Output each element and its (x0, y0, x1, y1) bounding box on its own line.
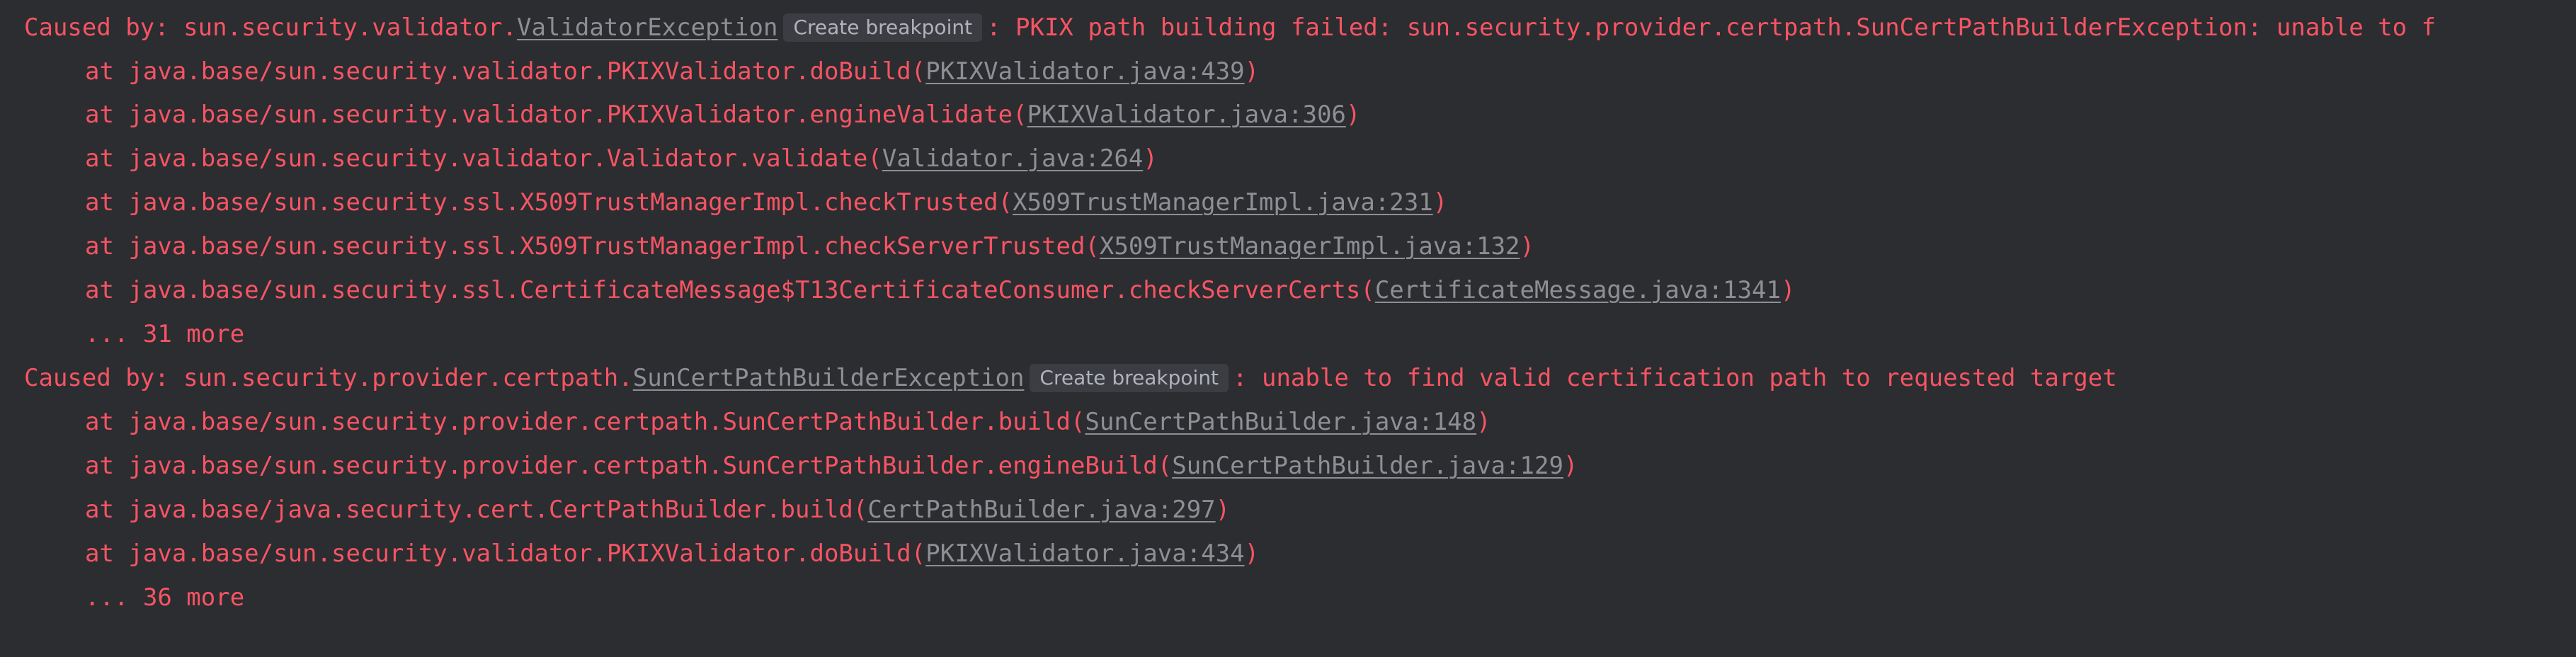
stack-frame-line: at java.base/sun.security.ssl.X509TrustM… (85, 224, 1534, 268)
frame-text: at java.base/sun.security.validator.PKIX… (85, 101, 1027, 129)
source-link[interactable]: Validator.java:264 (882, 144, 1143, 173)
more-frames-line: ... 36 more (85, 583, 245, 612)
exception-line: Caused by: sun.security.validator.Valida… (24, 6, 2436, 50)
frame-text: ) (1215, 496, 1231, 524)
frame-text: at java.base/sun.security.ssl.X509TrustM… (85, 232, 1100, 261)
frame-text: ) (1780, 276, 1796, 304)
frame-text: at java.base/java.security.cert.CertPath… (85, 496, 868, 524)
stack-frame-line: at java.base/sun.security.validator.PKIX… (85, 532, 1259, 576)
source-link[interactable]: PKIXValidator.java:439 (925, 57, 1244, 86)
source-link[interactable]: X509TrustManagerImpl.java:231 (1013, 188, 1433, 217)
stack-frame-line: at java.base/sun.security.validator.PKIX… (85, 93, 1360, 137)
exception-class-link[interactable]: SunCertPathBuilderException (633, 364, 1025, 392)
create-breakpoint-button[interactable]: Create breakpoint (1030, 364, 1229, 392)
frame-text: at java.base/sun.security.provider.certp… (85, 408, 1085, 436)
frame-text: ) (1520, 232, 1534, 261)
frame-text: at java.base/sun.security.ssl.X509TrustM… (85, 188, 1013, 217)
frame-text: at java.base/sun.security.provider.certp… (85, 452, 1173, 480)
frame-text: ) (1143, 144, 1158, 173)
line-text: Caused by: sun.security.provider.certpat… (24, 364, 633, 392)
source-link[interactable]: X509TrustManagerImpl.java:132 (1100, 232, 1520, 261)
source-link[interactable]: SunCertPathBuilder.java:129 (1172, 452, 1563, 480)
stack-frame-line: at java.base/sun.security.provider.certp… (85, 400, 1491, 444)
source-link[interactable]: SunCertPathBuilder.java:148 (1085, 408, 1476, 436)
stack-frame-line: at java.base/sun.security.ssl.X509TrustM… (85, 181, 1447, 224)
source-link[interactable]: CertificateMessage.java:1341 (1375, 276, 1781, 304)
frame-text: at java.base/sun.security.validator.PKIX… (85, 539, 926, 568)
source-link[interactable]: CertPathBuilder.java:297 (867, 496, 1215, 524)
stack-frame-line: at java.base/sun.security.validator.PKIX… (85, 50, 1259, 93)
exception-line: Caused by: sun.security.provider.certpat… (24, 356, 2117, 400)
line-text: : PKIX path building failed: sun.securit… (986, 13, 2437, 42)
frame-text: ) (1244, 539, 1260, 568)
frame-text: ) (1432, 188, 1448, 217)
source-link[interactable]: PKIXValidator.java:306 (1027, 101, 1346, 129)
frame-text: at java.base/sun.security.validator.Vali… (85, 144, 882, 173)
more-frames-line: ... 31 more (85, 320, 245, 348)
stack-frame-line: at java.base/sun.security.validator.Vali… (85, 137, 1158, 181)
exception-class-link[interactable]: ValidatorException (517, 13, 777, 42)
frame-text: ) (1563, 452, 1578, 480)
stack-frame-line: at java.base/sun.security.ssl.Certificat… (85, 268, 1795, 312)
frame-text: at java.base/sun.security.validator.PKIX… (85, 57, 926, 86)
stack-frame-line: at java.base/java.security.cert.CertPath… (85, 488, 1230, 532)
line-text: Caused by: sun.security.validator. (24, 13, 517, 42)
line-text: : unable to find valid certification pat… (1233, 364, 2117, 392)
frame-text: at java.base/sun.security.ssl.Certificat… (85, 276, 1375, 304)
console-output: Caused by: sun.security.validator.Valida… (0, 0, 2576, 657)
stack-frame-line: at java.base/sun.security.provider.certp… (85, 444, 1578, 488)
source-link[interactable]: PKIXValidator.java:434 (925, 539, 1244, 568)
frame-text: ) (1345, 101, 1361, 129)
frame-text: ) (1244, 57, 1260, 86)
create-breakpoint-button[interactable]: Create breakpoint (783, 13, 983, 42)
frame-text: ) (1476, 408, 1491, 436)
